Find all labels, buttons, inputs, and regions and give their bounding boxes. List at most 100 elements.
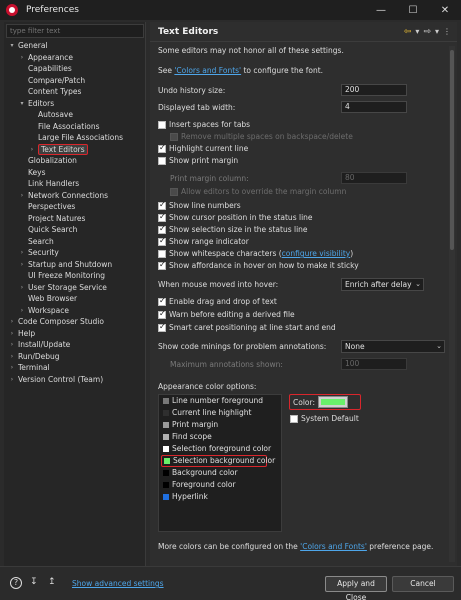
tree-item[interactable]: Keys: [4, 167, 146, 179]
show-advanced-settings-link[interactable]: Show advanced settings: [72, 579, 164, 588]
tree-item-label: Workspace: [28, 305, 69, 315]
view-menu-icon[interactable]: ⋮: [443, 27, 451, 36]
tree-item[interactable]: ▾ Editors: [4, 98, 146, 110]
chevron-down-icon[interactable]: ▾: [8, 40, 16, 52]
tree-item[interactable]: Project Natures: [4, 213, 146, 225]
chevron-right-icon[interactable]: ›: [8, 374, 16, 386]
minimize-button[interactable]: —: [365, 0, 397, 20]
tree-item-label: Install/Update: [18, 340, 71, 349]
print-margin-checkbox[interactable]: [158, 157, 166, 165]
chevron-right-icon[interactable]: ›: [18, 247, 26, 259]
system-default-checkbox[interactable]: [290, 415, 298, 423]
tree-item[interactable]: › Workspace: [4, 305, 146, 317]
allow-override-checkbox[interactable]: [170, 188, 178, 196]
tree-item[interactable]: › Help: [4, 328, 146, 340]
tree-item[interactable]: › Code Composer Studio: [4, 316, 146, 328]
color-option[interactable]: Hyperlink: [159, 491, 281, 503]
tree-item[interactable]: Capabilities: [4, 63, 146, 75]
chevron-down-icon[interactable]: ▾: [18, 98, 26, 110]
color-picker-button[interactable]: [318, 396, 348, 408]
tree-item[interactable]: › Appearance: [4, 52, 146, 64]
tree-item[interactable]: ▾ General: [4, 40, 146, 52]
chevron-right-icon[interactable]: ›: [18, 190, 26, 202]
smart-caret-checkbox[interactable]: [158, 322, 166, 332]
tree-item[interactable]: Link Handlers: [4, 178, 146, 190]
page-scrollbar[interactable]: [449, 46, 455, 562]
tree-item-label: Text Editors: [38, 143, 88, 155]
maximize-button[interactable]: ☐: [397, 0, 429, 20]
chevron-right-icon[interactable]: ›: [18, 305, 26, 317]
color-option[interactable]: Selection background color: [161, 455, 275, 467]
help-icon[interactable]: ?: [10, 577, 22, 589]
code-minings-select[interactable]: None ⌄: [341, 340, 445, 353]
back-menu-icon[interactable]: ▾: [415, 27, 419, 36]
undo-history-input[interactable]: 200: [341, 84, 407, 96]
max-annotations-input[interactable]: 100: [341, 358, 407, 370]
chevron-right-icon[interactable]: ›: [8, 328, 16, 340]
filter-input[interactable]: [6, 24, 144, 38]
color-options-list[interactable]: Line number foreground Current line highl…: [158, 394, 282, 532]
more-colors-link[interactable]: 'Colors and Fonts': [300, 542, 367, 551]
tree-item[interactable]: Autosave: [4, 109, 146, 121]
tab-width-input[interactable]: 4: [341, 101, 407, 113]
color-option[interactable]: Foreground color: [159, 479, 281, 491]
tree-item[interactable]: Quick Search: [4, 224, 146, 236]
tree-item[interactable]: › Startup and Shutdown: [4, 259, 146, 271]
tree-item[interactable]: › Install/Update: [4, 339, 146, 351]
export-icon[interactable]: ↥: [48, 577, 60, 589]
tree-item[interactable]: › User Storage Service: [4, 282, 146, 294]
cursor-position-checkbox[interactable]: [158, 212, 166, 222]
range-indicator-checkbox[interactable]: [158, 236, 166, 246]
drag-drop-checkbox[interactable]: [158, 296, 166, 306]
tree-item[interactable]: › Run/Debug: [4, 351, 146, 363]
tree-item[interactable]: Compare/Patch: [4, 75, 146, 87]
tree-item[interactable]: › Security: [4, 247, 146, 259]
cancel-button[interactable]: Cancel: [392, 576, 454, 592]
chevron-right-icon[interactable]: ›: [8, 351, 16, 363]
chevron-right-icon[interactable]: ›: [8, 339, 16, 351]
chevron-right-icon[interactable]: ›: [18, 259, 26, 271]
chevron-right-icon[interactable]: ›: [18, 52, 26, 64]
color-option[interactable]: Selection foreground color: [159, 443, 281, 455]
chevron-right-icon[interactable]: ›: [8, 316, 16, 328]
import-icon[interactable]: ↧: [30, 577, 42, 589]
configure-visibility-link[interactable]: configure visibility: [282, 249, 351, 258]
forward-menu-icon[interactable]: ▾: [435, 27, 439, 36]
whitespace-checkbox[interactable]: [158, 250, 166, 258]
warn-derived-checkbox[interactable]: [158, 309, 166, 319]
more-colors-suffix: preference page.: [366, 542, 434, 551]
remove-spaces-checkbox[interactable]: [170, 133, 178, 141]
print-margin-column-input[interactable]: 80: [341, 172, 407, 184]
hover-select[interactable]: Enrich after delay ⌄: [341, 278, 424, 291]
back-arrow-icon[interactable]: ⇦: [404, 27, 412, 37]
tree-item[interactable]: › Network Connections: [4, 190, 146, 202]
color-option[interactable]: Line number foreground: [159, 395, 281, 407]
tree-item[interactable]: Web Browser: [4, 293, 146, 305]
color-option[interactable]: Current line highlight: [159, 407, 281, 419]
chevron-right-icon[interactable]: ›: [28, 144, 36, 156]
forward-arrow-icon[interactable]: ⇨: [423, 27, 431, 37]
tree-item[interactable]: Perspectives: [4, 201, 146, 213]
tree-item[interactable]: › Terminal: [4, 362, 146, 374]
tree-item[interactable]: Large File Associations: [4, 132, 146, 144]
chevron-right-icon[interactable]: ›: [18, 282, 26, 294]
tree-item[interactable]: Globalization: [4, 155, 146, 167]
color-option[interactable]: Background color: [159, 467, 281, 479]
highlight-line-checkbox[interactable]: [158, 143, 166, 153]
tree-item[interactable]: Content Types: [4, 86, 146, 98]
affordance-checkbox[interactable]: [158, 260, 166, 270]
insert-spaces-checkbox[interactable]: [158, 121, 166, 129]
selection-size-checkbox[interactable]: [158, 224, 166, 234]
color-option[interactable]: Print margin: [159, 419, 281, 431]
tree-item[interactable]: › Version Control (Team): [4, 374, 146, 386]
close-button[interactable]: ✕: [429, 0, 461, 20]
tree-item[interactable]: File Associations: [4, 121, 146, 133]
tree-item[interactable]: › Text Editors: [4, 143, 146, 156]
tree-item[interactable]: UI Freeze Monitoring: [4, 270, 146, 282]
line-numbers-checkbox[interactable]: [158, 200, 166, 210]
tree-item[interactable]: Search: [4, 236, 146, 248]
apply-and-close-button[interactable]: Apply and Close: [325, 576, 387, 600]
chevron-right-icon[interactable]: ›: [8, 362, 16, 374]
colors-fonts-link[interactable]: 'Colors and Fonts': [174, 66, 241, 75]
color-option[interactable]: Find scope: [159, 431, 281, 443]
